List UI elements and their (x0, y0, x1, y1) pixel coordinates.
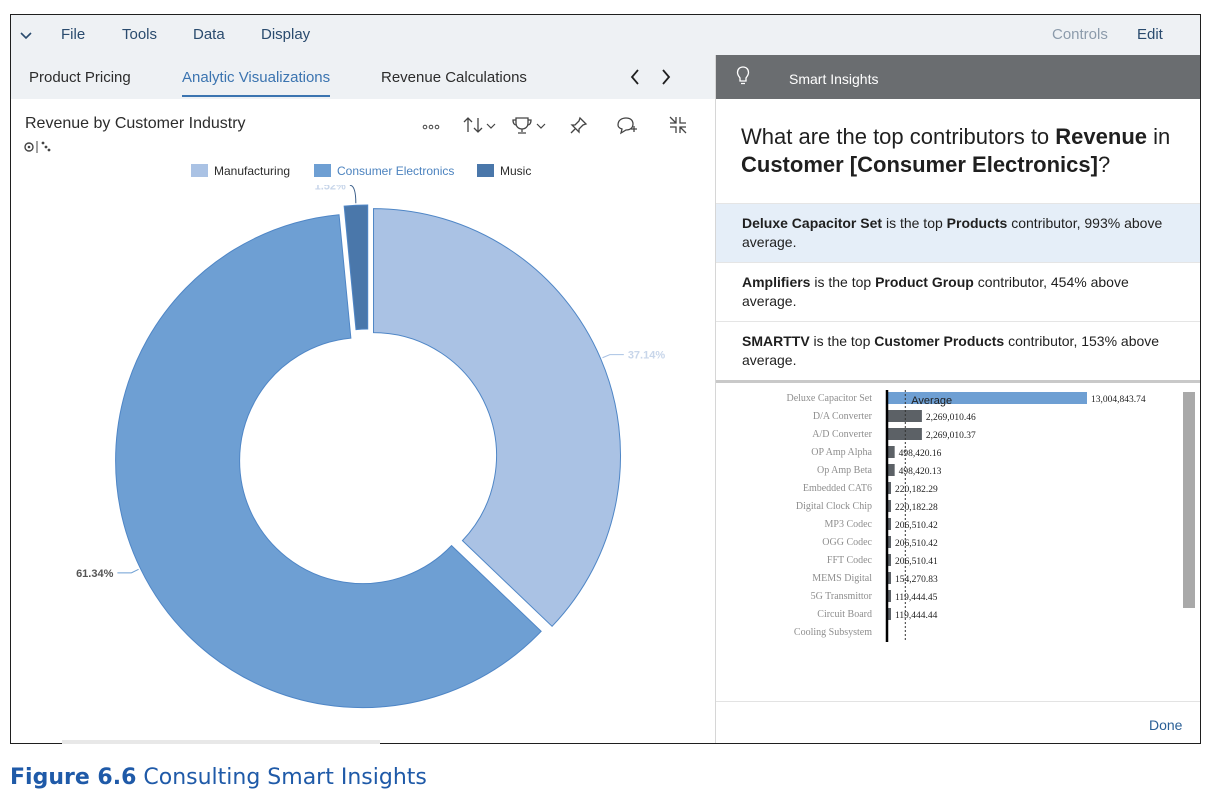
bar-value-label: 13,004,843.74 (1091, 395, 1146, 405)
average-label: Average (911, 395, 952, 407)
done-button[interactable]: Done (1149, 717, 1182, 733)
legend-swatch-manufacturing (191, 164, 208, 177)
app-window: File Tools Data Display Controls Edit Pr… (10, 14, 1201, 744)
menu-data[interactable]: Data (193, 26, 225, 43)
legend-label-manufacturing[interactable]: Manufacturing (214, 164, 290, 178)
bar-value-label: 2,269,010.46 (926, 413, 976, 423)
legend-swatch-music (477, 164, 494, 177)
smart-insights-panel: Smart Insights What are the top contribu… (715, 55, 1200, 743)
hierarchy-icon (24, 141, 51, 153)
bar-value-label: 206,510.41 (895, 557, 938, 567)
bar-category-label: OGG Codec (822, 537, 872, 548)
tab-bar: Product Pricing Analytic Visualizations … (11, 55, 715, 99)
bar-category-label: D/A Converter (813, 411, 873, 422)
leader-line (117, 568, 139, 574)
bar-value-label: 206,510.42 (895, 521, 938, 531)
insight-dimension: Product Group (875, 274, 974, 290)
insight-dimension: Customer Products (874, 333, 1005, 349)
insight-question: What are the top contributors to Revenue… (741, 123, 1191, 179)
insight-subject: Deluxe Capacitor Set (742, 215, 883, 231)
menu-tools[interactable]: Tools (122, 26, 157, 43)
question-text: What are the top contributors to (741, 124, 1056, 149)
question-dimension: Customer [Consumer Electronics] (741, 152, 1098, 177)
slice-label: 1.52% (315, 185, 346, 192)
menu-bar: File Tools Data Display Controls Edit (11, 15, 1200, 55)
bar-value-label: 220,182.28 (895, 503, 938, 513)
insights-title: Smart Insights (789, 71, 879, 87)
tab-revenue-calculations[interactable]: Revenue Calculations (381, 69, 527, 86)
insight-subject: Amplifiers (742, 274, 811, 290)
figure-caption: Figure 6.6 Consulting Smart Insights (10, 765, 427, 790)
donut-slice-manufacturing[interactable] (373, 208, 621, 628)
lightbulb-icon (736, 66, 750, 85)
bar-category-label: FFT Codec (827, 555, 873, 566)
leader-line (602, 354, 624, 359)
insight-item[interactable]: Deluxe Capacitor Set is the top Products… (716, 203, 1200, 262)
chevron-left-icon[interactable] (628, 67, 642, 87)
bar-value-label: 154,270.83 (895, 575, 938, 585)
slice-label: 61.34% (76, 568, 114, 580)
bar-category-label: Digital Clock Chip (796, 501, 872, 512)
bar-value-label: 206,510.42 (895, 539, 938, 549)
tab-product-pricing[interactable]: Product Pricing (29, 69, 131, 86)
question-text-mid: in (1147, 124, 1171, 149)
legend-label-consumer-electronics[interactable]: Consumer Electronics (337, 164, 454, 178)
contributors-bar-chart: Deluxe Capacitor Set 13,004,843.74 D/A Con… (786, 390, 1146, 642)
insight-subject: SMARTTV (742, 333, 810, 349)
horizontal-scrollbar[interactable] (62, 740, 380, 744)
donut-chart: 37.14% 61.34% 1.52% (76, 185, 666, 709)
more-icon[interactable] (421, 115, 441, 135)
insight-text: is the top (809, 333, 875, 349)
insight-dimension: Products (946, 215, 1008, 231)
scrollbar[interactable] (1183, 392, 1195, 608)
chevron-down-icon[interactable] (19, 28, 33, 42)
insight-text: is the top (882, 215, 947, 231)
bar-category-label: Deluxe Capacitor Set (786, 393, 872, 404)
question-text-end: ? (1097, 152, 1111, 177)
tab-analytic-visualizations[interactable]: Analytic Visualizations (182, 69, 330, 86)
bar-category-label: 5G Transmittor (811, 591, 873, 602)
caption-text: Consulting Smart Insights (136, 765, 427, 790)
insight-item[interactable]: SMARTTV is the top Customer Products con… (716, 321, 1200, 381)
bar-category-label: Circuit Board (817, 609, 872, 620)
menu-controls[interactable]: Controls (1052, 26, 1108, 43)
bar-category-label: MP3 Codec (825, 519, 873, 530)
sort-icon[interactable] (463, 115, 497, 135)
add-comment-icon[interactable] (615, 115, 639, 135)
menu-display[interactable]: Display (261, 26, 310, 43)
insight-text: is the top (810, 274, 876, 290)
legend-swatch-consumer-electronics (314, 164, 331, 177)
collapse-icon[interactable] (667, 115, 689, 135)
trophy-icon[interactable] (511, 115, 549, 135)
footer-divider (716, 701, 1200, 702)
bar[interactable] (887, 410, 922, 422)
legend-label-music[interactable]: Music (500, 164, 531, 178)
bar-value-label: 119,444.44 (895, 611, 938, 621)
question-measure: Revenue (1055, 124, 1147, 149)
slice-label: 37.14% (628, 350, 666, 362)
chart-title: Revenue by Customer Industry (25, 115, 246, 132)
bar-category-label: MEMS Digital (812, 573, 872, 584)
bar-category-label: OP Amp Alpha (811, 447, 872, 458)
bar-value-label: 2,269,010.37 (926, 431, 976, 441)
active-tab-indicator (182, 95, 330, 97)
bar-value-label: 220,182.29 (895, 485, 938, 495)
insights-header: Smart Insights (716, 55, 1200, 99)
insight-item[interactable]: Amplifiers is the top Product Group cont… (716, 262, 1200, 321)
menu-edit[interactable]: Edit (1137, 26, 1163, 43)
caption-label: Figure 6.6 (10, 765, 137, 790)
bar-value-label: 119,444.45 (895, 593, 938, 603)
menu-file[interactable]: File (61, 26, 85, 43)
bar[interactable] (887, 428, 922, 440)
bar-category-label: Embedded CAT6 (803, 483, 872, 494)
bar-category-label: A/D Converter (812, 429, 872, 440)
bar-category-label: Op Amp Beta (817, 465, 873, 476)
chevron-right-icon[interactable] (659, 67, 673, 87)
leader-line (349, 185, 357, 204)
bar-category-label: Cooling Subsystem (794, 627, 872, 638)
pin-icon[interactable] (569, 115, 589, 135)
